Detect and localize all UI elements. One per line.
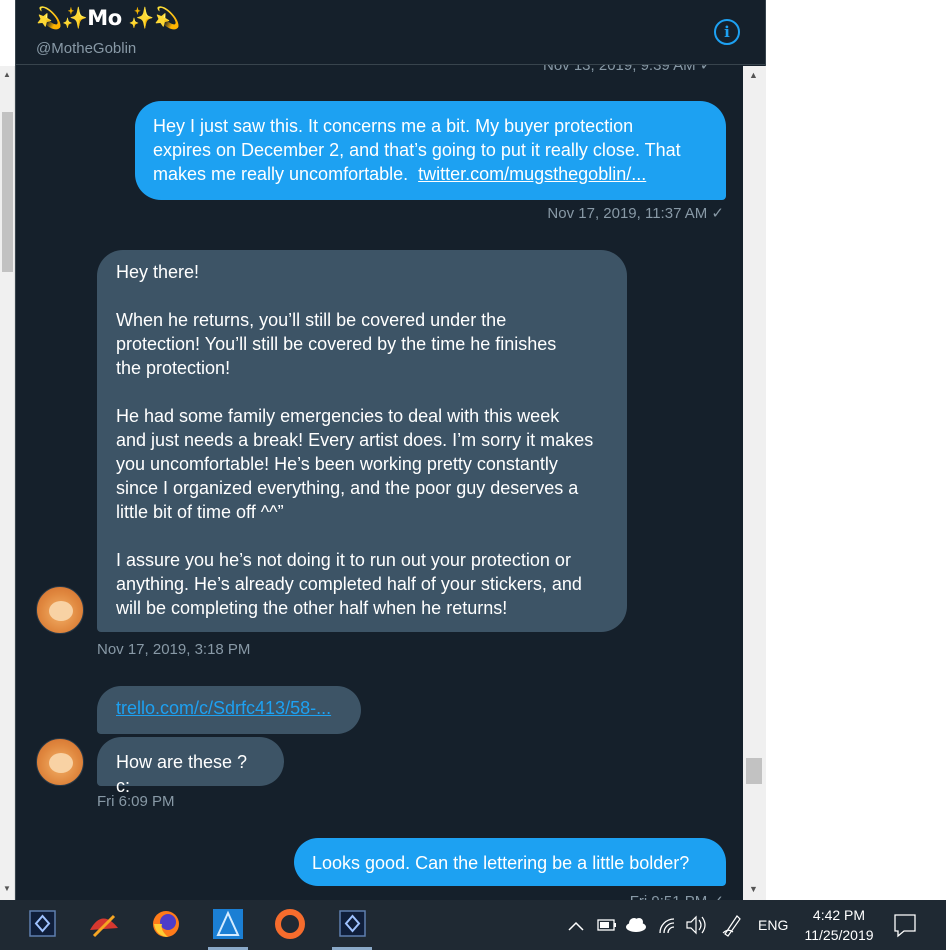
action-center-icon[interactable]: [892, 900, 918, 950]
outgoing-message[interactable]: Hey I just saw this. It concerns me a bi…: [135, 101, 726, 200]
contact-avatar[interactable]: [36, 738, 84, 786]
battery-icon[interactable]: [596, 900, 618, 950]
scroll-down-arrow-icon[interactable]: ▼: [3, 884, 11, 893]
incoming-message[interactable]: Hey there! When he returns, you’ll still…: [97, 250, 627, 632]
input-language[interactable]: ENG: [758, 917, 788, 937]
taskbar-app-affinity[interactable]: [204, 900, 252, 950]
conversation-scrollbar-thumb[interactable]: [746, 758, 762, 784]
photoshop-like-icon-2: [339, 910, 366, 937]
info-icon[interactable]: i: [714, 19, 740, 45]
trello-link[interactable]: trello.com/c/Sdrfc413/58-...: [116, 698, 331, 718]
firefox-icon: [153, 911, 179, 937]
clock-time: 4:42 PM: [812, 907, 866, 923]
onedrive-cloud-icon[interactable]: [624, 900, 648, 950]
taskbar-app-firefox[interactable]: [142, 900, 190, 950]
tweet-link[interactable]: twitter.com/mugsthegoblin/...: [418, 164, 646, 184]
clock-date: 11/25/2019: [804, 927, 874, 943]
origin-icon: [275, 909, 305, 939]
conversation-header: 💫✨Mo ✨💫 @MotheGoblin i: [16, 0, 765, 65]
pen-workspace-icon[interactable]: [720, 900, 744, 950]
krita-icon: [90, 914, 118, 938]
taskbar-app-photoshop-like[interactable]: [18, 900, 66, 950]
message-timestamp: Nov 17, 2019, 3:18 PM: [97, 641, 251, 658]
scroll-down-arrow-icon[interactable]: ▼: [749, 884, 758, 894]
incoming-message[interactable]: How are these ? c:: [97, 737, 284, 796]
contact-avatar[interactable]: [36, 586, 84, 634]
message-timestamp: Fri 9:51 PM ✓: [546, 892, 724, 900]
conversation-scrollbar[interactable]: ▲ ▼: [743, 66, 766, 900]
incoming-link-message[interactable]: trello.com/c/Sdrfc413/58-...: [97, 686, 361, 734]
dm-conversation-panel: 💫✨Mo ✨💫 @MotheGoblin i Nov 13, 2019, 9:3…: [15, 0, 766, 900]
taskbar-app-origin[interactable]: [266, 900, 314, 950]
windows-taskbar: ENG 4:42 PM 11/25/2019: [0, 900, 946, 950]
scroll-up-arrow-icon[interactable]: ▲: [749, 70, 758, 80]
taskbar-app-krita[interactable]: [80, 900, 128, 950]
outgoing-message[interactable]: Looks good. Can the lettering be a littl…: [294, 838, 726, 886]
photoshop-like-icon: [29, 910, 56, 937]
taskbar-app-photoshop-like-2[interactable]: [328, 900, 376, 950]
message-list: Nov 13, 2019, 9:39 AM ✓ Hey I just saw t…: [16, 57, 746, 900]
show-hidden-icons-icon[interactable]: [566, 900, 586, 950]
message-timestamp: Fri 6:09 PM: [97, 793, 175, 810]
contact-handle: @MotheGoblin: [36, 40, 137, 57]
contact-name: 💫✨Mo ✨💫: [36, 6, 180, 30]
volume-icon[interactable]: [684, 900, 708, 950]
wifi-icon[interactable]: [656, 900, 678, 950]
scroll-up-arrow-icon[interactable]: ▲: [3, 70, 11, 79]
taskbar-clock[interactable]: 4:42 PM 11/25/2019: [800, 905, 878, 945]
message-timestamp: Nov 17, 2019, 11:37 AM ✓: [547, 205, 724, 222]
affinity-designer-icon: [213, 909, 243, 939]
left-scrollbar[interactable]: ▲ ▼: [0, 66, 15, 900]
left-scrollbar-thumb[interactable]: [2, 112, 13, 272]
